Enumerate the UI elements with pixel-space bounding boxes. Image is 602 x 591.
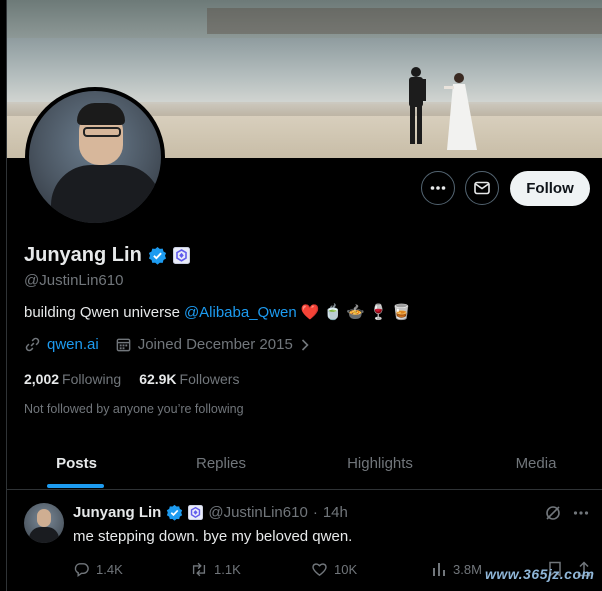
website-link[interactable]: qwen.ai bbox=[47, 336, 99, 353]
tab-media[interactable]: Media bbox=[477, 438, 595, 489]
calendar-icon bbox=[116, 338, 131, 352]
profile-page: Follow Junyang Lin @JustinLin610 buildin… bbox=[6, 0, 602, 591]
followers-count: 62.9K bbox=[139, 371, 177, 387]
bio-emoji: ❤️ 🍵 🍲 🍷 🥃 bbox=[300, 304, 411, 321]
site-watermark: www.365jz.com bbox=[485, 566, 595, 582]
followers-label: Followers bbox=[179, 371, 240, 387]
profile-stats: 2,002 Following 62.9K Followers bbox=[24, 371, 239, 387]
following-count: 2,002 bbox=[24, 371, 60, 387]
link-icon bbox=[25, 337, 40, 352]
banner-pier bbox=[207, 8, 602, 34]
profile-handle: @JustinLin610 bbox=[24, 272, 124, 289]
affiliate-logo-icon[interactable] bbox=[172, 247, 190, 264]
profile-meta: qwen.ai Joined December 2015 bbox=[24, 336, 311, 353]
post-timestamp[interactable]: 14h bbox=[323, 504, 348, 521]
active-tab-indicator bbox=[47, 484, 104, 488]
grok-icon[interactable] bbox=[544, 504, 562, 522]
profile-tabs: Posts Replies Highlights Media bbox=[7, 438, 602, 490]
post-separator: · bbox=[312, 504, 318, 521]
heart-icon bbox=[312, 563, 327, 577]
profile-bio: building Qwen universe @Alibaba_Qwen ❤️ … bbox=[24, 303, 411, 322]
mail-icon bbox=[474, 181, 490, 195]
more-options-button[interactable] bbox=[421, 171, 455, 205]
like-count: 10K bbox=[334, 562, 358, 577]
banner-groom-figure bbox=[409, 67, 426, 144]
post-avatar-body bbox=[29, 527, 59, 543]
reply-icon bbox=[74, 563, 89, 578]
post-author-name[interactable]: Junyang Lin bbox=[73, 504, 161, 521]
message-button[interactable] bbox=[465, 171, 499, 205]
joined-date: Joined December 2015 bbox=[137, 336, 293, 353]
views-icon bbox=[433, 563, 445, 576]
profile-avatar[interactable] bbox=[25, 87, 165, 227]
profile-name-row: Junyang Lin bbox=[24, 244, 190, 267]
repost-icon bbox=[192, 562, 206, 577]
avatar-body bbox=[51, 165, 161, 223]
post-more-icon[interactable] bbox=[572, 504, 590, 522]
banner-bride-figure bbox=[444, 73, 477, 150]
tab-replies[interactable]: Replies bbox=[157, 438, 285, 489]
tab-highlights[interactable]: Highlights bbox=[307, 438, 453, 489]
views-count: 3.8M bbox=[453, 561, 482, 577]
verified-badge-icon[interactable] bbox=[166, 504, 183, 521]
reply-count: 1.4K bbox=[96, 562, 123, 577]
following-link[interactable]: 2,002 Following bbox=[24, 371, 121, 387]
more-icon bbox=[430, 186, 446, 190]
repost-count: 1.1K bbox=[214, 562, 241, 577]
follow-button[interactable]: Follow bbox=[510, 171, 590, 206]
repost-button[interactable]: 1.1K bbox=[190, 561, 241, 578]
reply-button[interactable]: 1.4K bbox=[73, 561, 123, 578]
tab-posts[interactable]: Posts bbox=[7, 438, 146, 489]
following-label: Following bbox=[62, 371, 122, 387]
views-button[interactable]: 3.8M bbox=[431, 561, 482, 577]
post-header: Junyang Lin @JustinLin610 · 14h bbox=[73, 504, 348, 521]
avatar-hair bbox=[77, 103, 125, 125]
post-author-avatar[interactable] bbox=[24, 503, 64, 543]
bio-mention-link[interactable]: @Alibaba_Qwen bbox=[184, 304, 297, 321]
post-avatar-face bbox=[37, 509, 51, 527]
display-name: Junyang Lin bbox=[24, 244, 142, 266]
post-author-handle[interactable]: @JustinLin610 bbox=[208, 504, 307, 521]
avatar-glasses bbox=[83, 127, 121, 137]
not-followed-note: Not followed by anyone you’re following bbox=[24, 402, 244, 416]
followers-link[interactable]: 62.9K Followers bbox=[139, 371, 239, 387]
post-text: me stepping down. bye my beloved qwen. bbox=[73, 528, 353, 545]
affiliate-logo-icon[interactable] bbox=[188, 505, 204, 520]
verified-badge-icon[interactable] bbox=[148, 246, 167, 265]
like-button[interactable]: 10K bbox=[311, 561, 357, 578]
bio-text: building Qwen universe bbox=[24, 303, 180, 321]
chevron-right-icon[interactable] bbox=[299, 338, 311, 352]
